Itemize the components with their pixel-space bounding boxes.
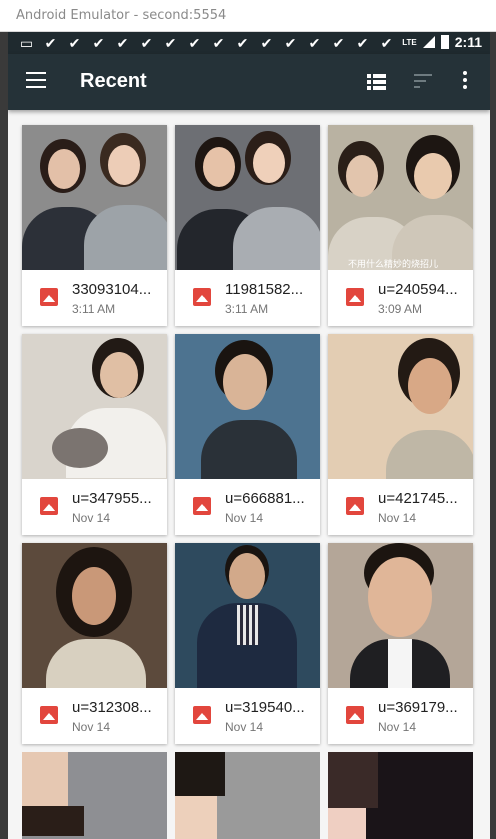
check-icon: ✔ (332, 35, 345, 51)
file-card[interactable]: u=347955... Nov 14 (22, 334, 167, 535)
signal-icon (422, 36, 435, 48)
check-icon: ✔ (92, 35, 105, 51)
file-date: Nov 14 (225, 511, 264, 525)
file-meta: u=369179... Nov 14 (328, 688, 473, 744)
app-toolbar: Recent (8, 54, 490, 110)
check-icon: ✔ (356, 35, 369, 51)
file-card[interactable]: 不用什么精妙的烧招儿 u=240594... 3:09 AM (328, 125, 473, 326)
image-thumbnail[interactable] (175, 752, 320, 839)
check-icon: ✔ (140, 35, 153, 51)
status-bar-right: LTE 2:11 (402, 34, 482, 50)
image-thumbnail (328, 334, 473, 479)
network-type: LTE (402, 37, 417, 47)
file-date: Nov 14 (225, 720, 264, 734)
next-row-thumbnails (22, 752, 475, 839)
check-icon: ✔ (68, 35, 81, 51)
check-icon: ✔ (212, 35, 225, 51)
image-file-icon (40, 288, 58, 306)
device-screen: ▭ ✔ ✔ ✔ ✔ ✔ ✔ ✔ ✔ ✔ ✔ ✔ ✔ ✔ ✔ ✔ LTE 2:11… (8, 32, 490, 839)
file-card[interactable]: u=421745... Nov 14 (328, 334, 473, 535)
check-icon: ✔ (380, 35, 393, 51)
file-card[interactable]: u=319540... Nov 14 (175, 543, 320, 744)
image-thumbnail (22, 125, 167, 270)
image-file-icon (346, 497, 364, 515)
file-date: 3:11 AM (72, 302, 116, 316)
more-vert-icon[interactable] (461, 71, 469, 93)
image-thumbnail (22, 334, 167, 479)
file-name: u=421745... (378, 490, 458, 507)
image-file-icon (346, 706, 364, 724)
image-thumbnail (175, 125, 320, 270)
file-date: 3:09 AM (378, 302, 423, 316)
image-file-icon (346, 288, 364, 306)
check-icon: ✔ (116, 35, 129, 51)
check-icon: ✔ (260, 35, 273, 51)
check-icon: ✔ (284, 35, 297, 51)
sort-icon[interactable] (414, 74, 432, 90)
image-file-icon (40, 497, 58, 515)
clock: 2:11 (454, 34, 482, 50)
file-meta: u=240594... 3:09 AM (328, 270, 473, 326)
thumbnail-caption: 不用什么精妙的烧招儿 (348, 259, 439, 269)
battery-icon (440, 35, 449, 49)
file-card[interactable]: u=312308... Nov 14 (22, 543, 167, 744)
file-name: u=319540... (225, 699, 305, 716)
check-icon: ✔ (164, 35, 177, 51)
file-meta: u=312308... Nov 14 (22, 688, 167, 744)
recent-files-grid: 33093104... 3:11 AM 11981582... 3:11 AM (22, 125, 475, 744)
image-thumbnail (175, 334, 320, 479)
emulator-window-title: Android Emulator - second:5554 (16, 8, 227, 23)
file-meta: u=347955... Nov 14 (22, 479, 167, 535)
file-name: u=666881... (225, 490, 305, 507)
image-file-icon (193, 288, 211, 306)
file-card[interactable]: u=666881... Nov 14 (175, 334, 320, 535)
check-icon: ✔ (188, 35, 201, 51)
file-meta: 11981582... 3:11 AM (175, 270, 320, 326)
file-name: u=240594... (378, 281, 458, 298)
file-meta: 33093104... 3:11 AM (22, 270, 167, 326)
file-name: u=347955... (72, 490, 152, 507)
emulator-title-bar: Android Emulator - second:5554 (0, 0, 496, 32)
file-name: u=369179... (378, 699, 458, 716)
file-name: 11981582... (225, 281, 304, 298)
image-file-icon (193, 497, 211, 515)
file-card[interactable]: u=369179... Nov 14 (328, 543, 473, 744)
check-icon: ✔ (308, 35, 321, 51)
hamburger-menu-icon[interactable] (26, 72, 46, 92)
file-meta: u=319540... Nov 14 (175, 688, 320, 744)
status-bar: ▭ ✔ ✔ ✔ ✔ ✔ ✔ ✔ ✔ ✔ ✔ ✔ ✔ ✔ ✔ ✔ LTE 2:11 (8, 32, 490, 54)
image-thumbnail (328, 543, 473, 688)
check-icon: ✔ (236, 35, 249, 51)
image-thumbnail: 不用什么精妙的烧招儿 (328, 125, 473, 270)
file-meta: u=666881... Nov 14 (175, 479, 320, 535)
check-icon: ✔ (44, 35, 57, 51)
message-icon: ▭ (19, 35, 34, 51)
notification-icons: ▭ ✔ ✔ ✔ ✔ ✔ ✔ ✔ ✔ ✔ ✔ ✔ ✔ ✔ ✔ ✔ (18, 34, 395, 52)
file-name: 33093104... (72, 281, 152, 298)
file-date: Nov 14 (378, 720, 417, 734)
image-file-icon (40, 706, 58, 724)
file-date: Nov 14 (378, 511, 417, 525)
file-date: Nov 14 (72, 720, 111, 734)
file-date: 3:11 AM (225, 302, 269, 316)
image-thumbnail[interactable] (22, 752, 167, 839)
file-date: Nov 14 (72, 511, 111, 525)
image-thumbnail (175, 543, 320, 688)
file-card[interactable]: 33093104... 3:11 AM (22, 125, 167, 326)
page-title: Recent (80, 70, 147, 92)
image-thumbnail (22, 543, 167, 688)
image-file-icon (193, 706, 211, 724)
file-meta: u=421745... Nov 14 (328, 479, 473, 535)
list-view-icon[interactable] (367, 74, 386, 90)
image-thumbnail[interactable] (328, 752, 473, 839)
file-card[interactable]: 11981582... 3:11 AM (175, 125, 320, 326)
file-name: u=312308... (72, 699, 152, 716)
